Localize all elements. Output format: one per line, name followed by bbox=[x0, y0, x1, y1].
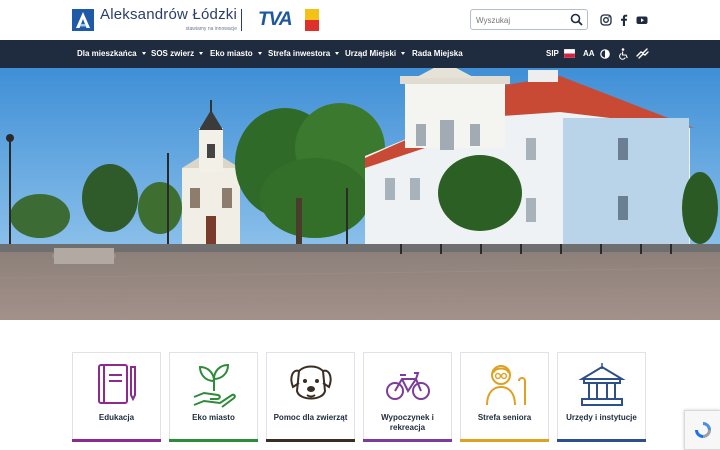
nav-item-eko-miasto[interactable]: Eko miasto bbox=[210, 40, 262, 68]
tile-accent bbox=[460, 439, 549, 442]
instagram-icon[interactable] bbox=[600, 14, 612, 26]
plant-hand-icon bbox=[193, 363, 236, 408]
nav-item-dla-mieszkanca[interactable]: Dla mieszkańca bbox=[77, 40, 146, 68]
chevron-down-icon bbox=[141, 52, 146, 55]
chevron-down-icon bbox=[257, 52, 262, 55]
tile-accent bbox=[557, 439, 646, 442]
tva-flag-icon bbox=[305, 9, 319, 31]
chevron-down-icon bbox=[199, 52, 204, 55]
nav-label: SOS zwierz bbox=[151, 49, 195, 58]
sign-language-icon[interactable] bbox=[636, 48, 649, 60]
nav-item-urzad-miejski[interactable]: Urząd Miejski bbox=[345, 40, 406, 68]
hero-image bbox=[0, 68, 720, 320]
book-icon bbox=[98, 364, 136, 404]
nav-item-rada-miejska[interactable]: Rada Miejska bbox=[412, 40, 463, 68]
search-icon[interactable] bbox=[570, 13, 583, 26]
nav-label: Rada Miejska bbox=[412, 49, 463, 58]
search-input[interactable] bbox=[471, 11, 567, 30]
brand-name: Aleksandrów Łódzki bbox=[100, 6, 238, 23]
facebook-icon[interactable] bbox=[618, 14, 630, 26]
tile-label: Edukacja bbox=[98, 413, 135, 422]
brand-tagline: stawiamy na innowacje bbox=[185, 26, 238, 32]
tva-logo[interactable]: TVA bbox=[258, 10, 293, 29]
tile-accent bbox=[363, 439, 452, 442]
nav-label: Urząd Miejski bbox=[345, 49, 397, 58]
main-navigation: Dla mieszkańca SOS zwierz Eko miasto Str… bbox=[0, 40, 720, 68]
recaptcha-icon bbox=[695, 422, 711, 438]
youtube-icon[interactable] bbox=[636, 14, 648, 26]
chevron-down-icon bbox=[401, 52, 406, 55]
bicycle-icon bbox=[386, 372, 430, 400]
tile-strefa-seniora[interactable]: Strefa seniora bbox=[460, 352, 549, 442]
logo-icon bbox=[72, 8, 94, 31]
contrast-icon[interactable] bbox=[600, 49, 610, 59]
tile-wypoczynek-i-rekreacja[interactable]: Wypoczynek i rekreacja bbox=[363, 352, 452, 442]
tile-label: Urzędy i instytucje bbox=[566, 413, 637, 422]
logo-divider bbox=[241, 9, 242, 31]
site-logo[interactable]: Aleksandrów Łódzki stawiamy na innowacje bbox=[72, 7, 237, 32]
senior-icon bbox=[486, 365, 526, 406]
recaptcha-badge[interactable] bbox=[684, 410, 720, 450]
nav-label: Strefa inwestora bbox=[268, 49, 331, 58]
tile-urzedy-i-instytucje[interactable]: Urzędy i instytucje bbox=[557, 352, 646, 442]
search-box bbox=[470, 9, 588, 30]
tile-label: Pomoc dla zwierząt bbox=[273, 413, 348, 422]
building-icon bbox=[578, 363, 626, 406]
nav-item-sos-zwierz[interactable]: SOS zwierz bbox=[151, 40, 204, 68]
tile-accent bbox=[266, 439, 355, 442]
tile-edukacja[interactable]: Edukacja bbox=[72, 352, 161, 442]
category-tiles: Edukacja Eko miasto Pomoc dla zwierząt W… bbox=[72, 352, 648, 442]
wheelchair-icon[interactable] bbox=[619, 48, 629, 60]
font-size-toggle[interactable]: AA bbox=[583, 40, 595, 68]
tile-label: Wypoczynek i rekreacja bbox=[381, 413, 434, 432]
tile-accent bbox=[72, 439, 161, 442]
tile-eko-miasto[interactable]: Eko miasto bbox=[169, 352, 258, 442]
nav-item-strefa-inwestora[interactable]: Strefa inwestora bbox=[268, 40, 340, 68]
tile-accent bbox=[169, 439, 258, 442]
sip-link[interactable]: SIP bbox=[546, 40, 559, 68]
dog-icon bbox=[290, 365, 332, 400]
nav-label: Dla mieszkańca bbox=[77, 49, 137, 58]
town-square-photo bbox=[0, 68, 720, 320]
chevron-down-icon bbox=[335, 52, 340, 55]
nav-label: Eko miasto bbox=[210, 49, 253, 58]
poland-flag-icon[interactable] bbox=[564, 49, 575, 58]
tile-pomoc-dla-zwierzat[interactable]: Pomoc dla zwierząt bbox=[266, 352, 355, 442]
tile-label: Strefa seniora bbox=[477, 413, 532, 422]
tile-label: Eko miasto bbox=[192, 413, 235, 422]
site-header: Aleksandrów Łódzki stawiamy na innowacje… bbox=[0, 0, 720, 40]
